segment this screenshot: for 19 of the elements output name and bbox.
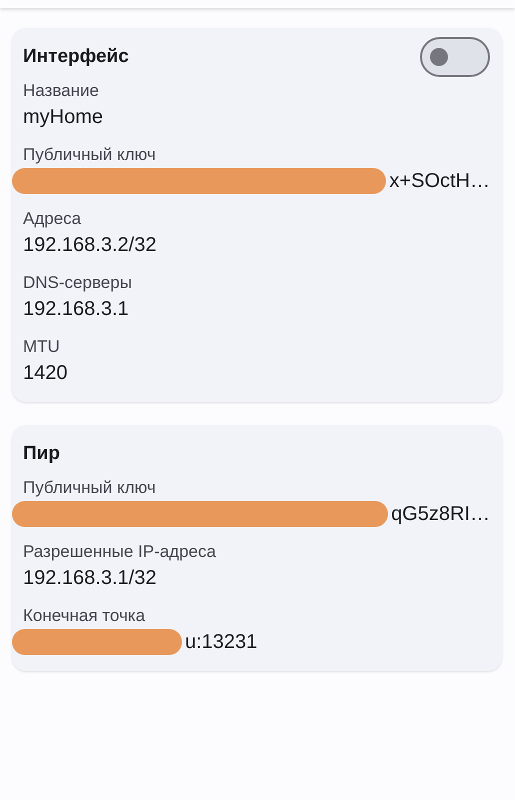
field-label: Разрешенные IP-адреса [23, 541, 217, 563]
section-title: Интерфейс [23, 46, 129, 68]
field-label: MTU [23, 336, 61, 358]
field-value: 192.168.3.1/32 [23, 566, 156, 590]
field-label: Название [23, 80, 100, 102]
field-value: myHome [23, 106, 104, 128]
field-value: u:13231 [185, 630, 258, 654]
field-label: Публичный ключ [23, 477, 157, 499]
field-label: DNS-серверы [23, 272, 133, 294]
field-label: Публичный ключ [23, 144, 157, 166]
field-label: Адреса [23, 208, 82, 230]
toggle-switch[interactable] [420, 37, 490, 77]
field-value: x+SOctH… [389, 170, 490, 192]
field-label: Конечная точка [23, 605, 146, 627]
field-value: qG5z8RI… [391, 502, 490, 526]
field-value: 1420 [23, 362, 68, 384]
section-title: Пир [23, 443, 60, 465]
field-value: 192.168.3.1 [23, 298, 129, 320]
field-value: 192.168.3.2/32 [23, 234, 156, 256]
